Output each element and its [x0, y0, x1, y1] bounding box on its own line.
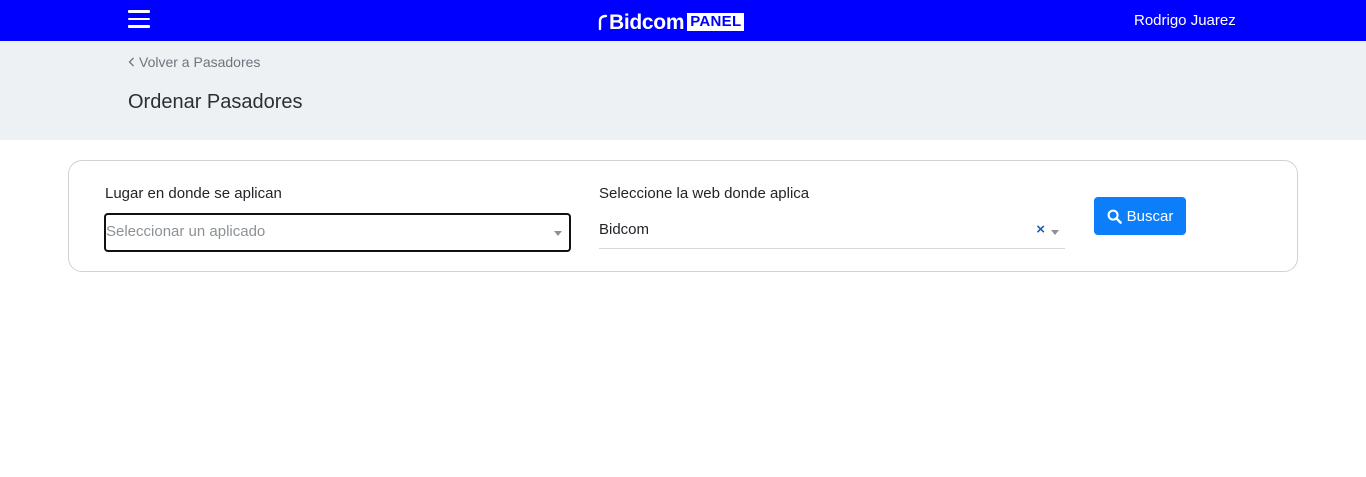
chevron-left-icon	[128, 57, 134, 67]
caret-down-icon[interactable]	[1051, 230, 1059, 235]
brand-panel-badge: PANEL	[687, 13, 745, 31]
caret-down-icon[interactable]	[554, 231, 562, 236]
hamburger-menu-icon[interactable]	[128, 10, 150, 28]
lugar-select[interactable]: Seleccionar un aplicado	[104, 213, 571, 252]
search-icon	[1107, 209, 1122, 224]
bidcom-b-mark-icon	[598, 14, 608, 31]
back-link-label: Volver a Pasadores	[139, 54, 261, 70]
user-name[interactable]: Rodrigo Juarez	[1134, 11, 1236, 31]
page-header: Volver a Pasadores Ordenar Pasadores	[0, 41, 1366, 140]
clear-selection-icon[interactable]: ×	[1036, 222, 1045, 237]
bidcom-logo: Bidcom	[598, 10, 685, 34]
brand-name: Bidcom	[609, 10, 685, 34]
search-button-label: Buscar	[1126, 207, 1174, 225]
lugar-label: Lugar en donde se aplican	[105, 185, 282, 202]
web-select-value: Bidcom	[599, 221, 650, 238]
web-select[interactable]: Bidcom ×	[599, 213, 1065, 249]
web-label: Seleccione la web donde aplica	[599, 185, 810, 202]
filter-card: Lugar en donde se aplican Seleccionar un…	[68, 160, 1298, 272]
brand-logo[interactable]: Bidcom PANEL	[598, 10, 745, 34]
back-link[interactable]: Volver a Pasadores	[128, 54, 260, 70]
search-button[interactable]: Buscar	[1094, 197, 1186, 235]
lugar-select-placeholder: Seleccionar un aplicado	[106, 223, 266, 240]
page-title: Ordenar Pasadores	[128, 91, 303, 113]
top-navbar: Bidcom PANEL Rodrigo Juarez	[0, 0, 1366, 41]
